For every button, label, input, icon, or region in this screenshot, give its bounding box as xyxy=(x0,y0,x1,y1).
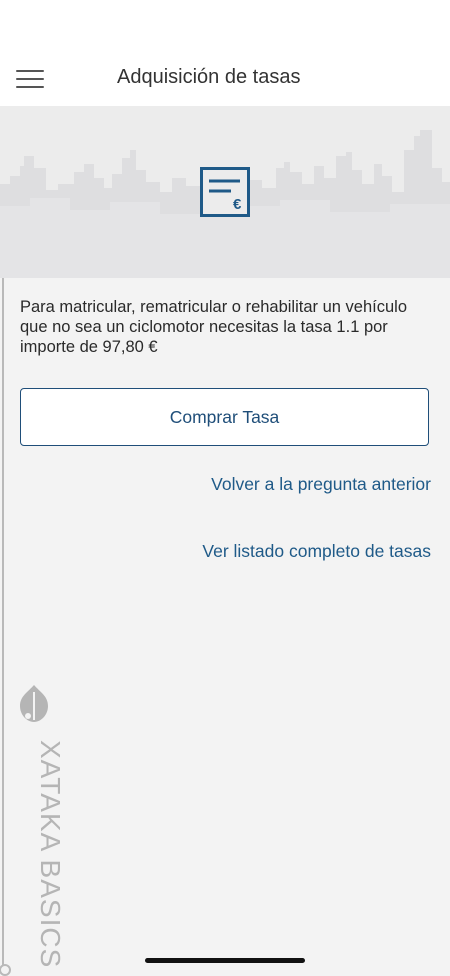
page-title: Adquisición de tasas xyxy=(117,66,301,88)
hero-banner: € xyxy=(0,106,450,278)
app-header: Adquisición de tasas xyxy=(0,0,450,107)
euro-symbol: € xyxy=(233,196,242,213)
watermark-text: XATAKA BASICS xyxy=(35,740,66,969)
full-fee-list-link[interactable]: Ver listado completo de tasas xyxy=(202,541,431,562)
hamburger-menu-icon[interactable] xyxy=(16,70,44,90)
euro-receipt-icon: € xyxy=(200,167,250,217)
xataka-logo-icon xyxy=(20,685,48,722)
fee-description: Para matricular, rematricular o rehabili… xyxy=(20,298,408,356)
rule-end-dot xyxy=(0,964,11,976)
buy-fee-button[interactable]: Comprar Tasa xyxy=(20,388,429,446)
home-indicator[interactable] xyxy=(145,958,305,963)
previous-question-link[interactable]: Volver a la pregunta anterior xyxy=(211,474,431,495)
